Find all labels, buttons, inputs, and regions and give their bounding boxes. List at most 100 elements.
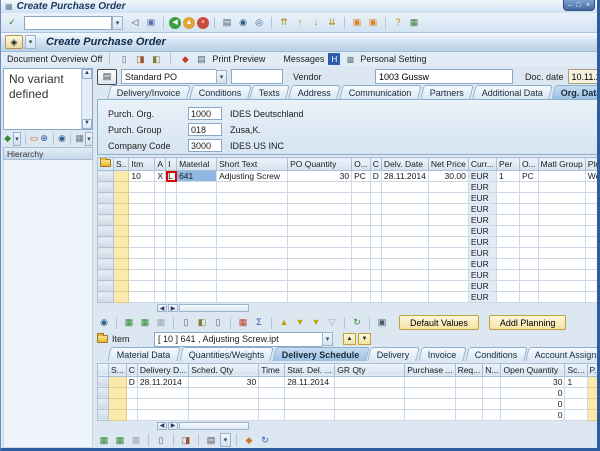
grid-row[interactable]: EUR (98, 226, 600, 237)
cell-p[interactable] (587, 409, 600, 420)
cell-n[interactable] (483, 376, 501, 387)
table-settings-icon[interactable]: ▣ (375, 316, 389, 330)
cell-delv_date[interactable] (381, 204, 428, 215)
hscroll-thumb[interactable] (179, 422, 249, 430)
cell-req[interactable] (455, 376, 483, 387)
command-field[interactable] (24, 16, 112, 30)
cell-po_qty[interactable] (288, 215, 352, 226)
filter2-icon[interactable]: ▼ (309, 316, 323, 330)
grid-row[interactable]: EUR (98, 237, 600, 248)
cell-c[interactable] (370, 215, 381, 226)
cell-a[interactable] (155, 182, 166, 193)
column-header-po[interactable]: Purchase ... (405, 363, 455, 376)
cell-a[interactable] (155, 226, 166, 237)
create-shortcut-icon[interactable]: ▣ (366, 16, 380, 30)
cell-curr[interactable]: EUR (468, 226, 496, 237)
cell-i[interactable] (166, 215, 177, 226)
cell-per[interactable] (496, 248, 519, 259)
cell-selc[interactable] (98, 259, 114, 270)
cell-po_qty[interactable] (288, 292, 352, 303)
column-header-selc[interactable] (98, 363, 109, 376)
find-icon[interactable]: ◉ (57, 132, 66, 146)
copy-schedule-icon[interactable]: ◨ (179, 433, 193, 447)
back-circle-icon[interactable]: ◀ (169, 17, 181, 29)
help-icon[interactable]: ? (391, 16, 405, 30)
performance-assistant-icon[interactable]: H (328, 53, 340, 65)
cell-itm[interactable] (129, 248, 155, 259)
document-overview-button[interactable]: Document Overview Off (7, 54, 102, 64)
column-header-time[interactable]: Time (259, 363, 285, 376)
cell-itm[interactable] (129, 215, 155, 226)
item-gray-icon[interactable]: ▦ (129, 433, 143, 447)
column-header-oq[interactable]: Open Quantity (501, 363, 565, 376)
cell-po_qty[interactable] (288, 237, 352, 248)
field-value[interactable]: 3000 (188, 139, 222, 152)
cell-per[interactable] (496, 281, 519, 292)
cell-matl_group[interactable] (538, 215, 585, 226)
cell-itm[interactable] (129, 259, 155, 270)
column-header-itm[interactable]: Itm (129, 158, 155, 171)
cell-net_price[interactable] (428, 237, 468, 248)
cell-selc[interactable] (98, 387, 109, 398)
cell-i[interactable] (166, 248, 177, 259)
scroll-up-icon[interactable]: ▲ (82, 69, 92, 79)
cell-selc[interactable] (98, 398, 109, 409)
column-header-material[interactable]: Material (177, 158, 217, 171)
cell-a[interactable] (155, 281, 166, 292)
column-header-plnt[interactable]: Plnt (585, 158, 600, 171)
cell-dd[interactable] (137, 398, 188, 409)
cell-sd[interactable] (285, 409, 335, 420)
cell-net_price[interactable] (428, 204, 468, 215)
cell-itm[interactable] (129, 281, 155, 292)
cell-matl_group[interactable] (538, 226, 585, 237)
prev-page-icon[interactable]: ↑ (293, 16, 307, 30)
cell-n[interactable] (483, 387, 501, 398)
variant-scrollbar[interactable]: ▲ ▼ (81, 69, 92, 129)
grid-row[interactable]: EUR (98, 281, 600, 292)
copy-item-icon[interactable]: ▯ (179, 316, 193, 330)
personal-setting-button[interactable]: Personal Setting (360, 54, 426, 64)
detail-tab-conditions[interactable]: Conditions (465, 347, 527, 361)
grid-row[interactable]: EUR (98, 292, 600, 303)
cell-sq[interactable] (189, 409, 259, 420)
cell-po_qty[interactable] (288, 182, 352, 193)
item-overview-icon[interactable]: ▦ (122, 316, 136, 330)
cell-per[interactable] (496, 226, 519, 237)
schedule-hscrollbar[interactable]: ◀ ▶ (97, 421, 600, 431)
cell-o1[interactable] (352, 270, 371, 281)
cell-short_text[interactable] (217, 292, 288, 303)
cell-curr[interactable]: EUR (468, 204, 496, 215)
grid-row[interactable]: 0 (98, 387, 600, 398)
column-header-o2[interactable]: O... (519, 158, 538, 171)
cell-material[interactable] (177, 226, 217, 237)
scroll-right-icon[interactable]: ▶ (168, 422, 178, 430)
cancel-circle-icon[interactable]: × (197, 17, 209, 29)
cell-short_text[interactable]: Adjusting Screw (217, 171, 288, 182)
cell-matl_group[interactable] (538, 237, 585, 248)
layout-icon[interactable]: ▦ (75, 132, 84, 146)
cell-i[interactable] (166, 292, 177, 303)
cell-po_qty[interactable] (288, 204, 352, 215)
cell-o2[interactable] (519, 248, 538, 259)
cell-n[interactable] (483, 409, 501, 420)
cell-sc[interactable] (565, 409, 587, 420)
cell-o2[interactable] (519, 226, 538, 237)
next-item-button[interactable]: ▼ (358, 333, 371, 345)
cell-plnt[interactable] (585, 259, 600, 270)
detail-tab-account-assignment[interactable]: Account Assignment (525, 347, 600, 361)
column-header-st[interactable]: S.. (114, 158, 129, 171)
cell-c[interactable] (370, 281, 381, 292)
cell-net_price[interactable] (428, 259, 468, 270)
column-header-gr[interactable]: GR Qty (335, 363, 405, 376)
cell-plnt[interactable] (585, 292, 600, 303)
enter-check-icon[interactable]: ✓ (5, 16, 19, 30)
cell-o2[interactable] (519, 182, 538, 193)
messages-button[interactable]: Messages (283, 54, 324, 64)
cell-p[interactable] (587, 387, 600, 398)
cell-itm[interactable] (129, 270, 155, 281)
order-type-select[interactable]: Standard PO ▾ (121, 69, 227, 84)
cell-po_qty[interactable] (288, 226, 352, 237)
cell-curr[interactable]: EUR (468, 171, 496, 182)
item-detail2-icon[interactable]: ▦ (113, 433, 127, 447)
cell-a[interactable] (155, 270, 166, 281)
